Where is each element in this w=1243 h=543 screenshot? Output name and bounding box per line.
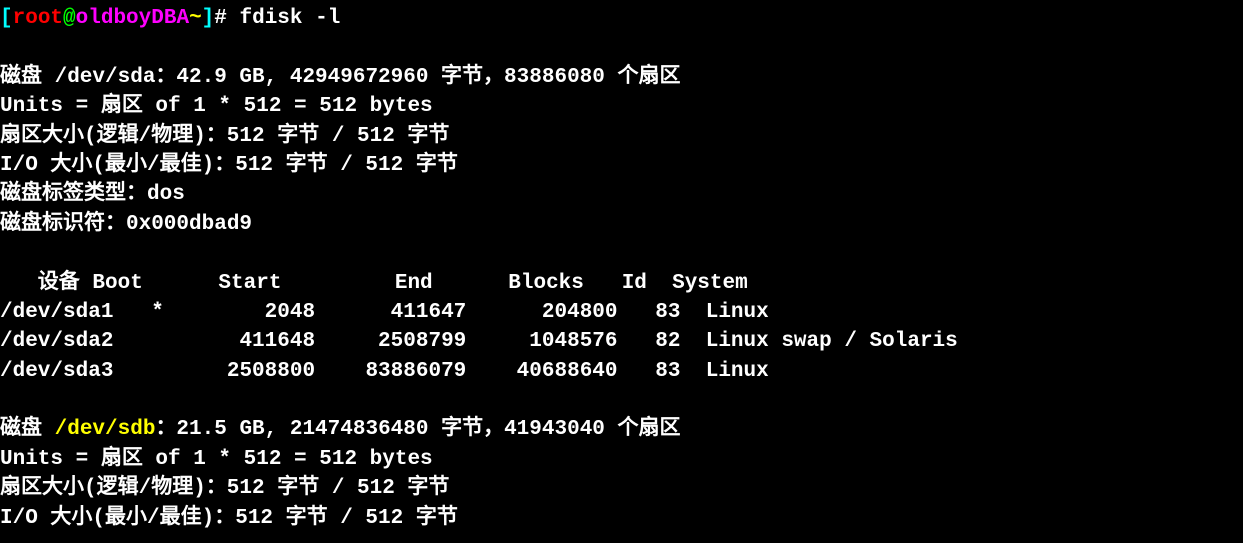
- disk-sda-sector-size: 扇区大小(逻辑/物理)：512 字节 / 512 字节: [0, 125, 449, 148]
- disk-sdb-units: Units = 扇区 of 1 * 512 = 512 bytes: [0, 448, 433, 471]
- disk-sdb-device: /dev/sdb: [55, 418, 156, 441]
- partition-table-header: 设备 Boot Start End Blocks Id System: [0, 272, 748, 295]
- prompt-host: oldboyDBA: [76, 7, 189, 30]
- disk-sdb-prefix: 磁盘: [0, 418, 55, 441]
- prompt-path: ~: [189, 7, 202, 30]
- partition-row-1: /dev/sda1 * 2048 411647 204800 83 Linux: [0, 301, 769, 324]
- prompt-user: root: [13, 7, 63, 30]
- partition-row-3: /dev/sda3 2508800 83886079 40688640 83 L…: [0, 360, 769, 383]
- right-bracket: ]: [202, 7, 215, 30]
- disk-sda-label-type: 磁盘标签类型：dos: [0, 183, 185, 206]
- left-bracket: [: [0, 7, 13, 30]
- disk-sda-identifier: 磁盘标识符：0x000dbad9: [0, 213, 252, 236]
- command: fdisk -l: [240, 7, 341, 30]
- partition-row-2: /dev/sda2 411648 2508799 1048576 82 Linu…: [0, 330, 958, 353]
- disk-sda-header: 磁盘 /dev/sda：42.9 GB, 42949672960 字节，8388…: [0, 66, 680, 89]
- disk-sda-units: Units = 扇区 of 1 * 512 = 512 bytes: [0, 95, 433, 118]
- prompt-symbol: #: [214, 7, 239, 30]
- disk-sdb-io-size: I/O 大小(最小/最佳)：512 字节 / 512 字节: [0, 507, 458, 530]
- prompt-at: @: [63, 7, 76, 30]
- disk-sdb-suffix: ：21.5 GB, 21474836480 字节，41943040 个扇区: [155, 418, 680, 441]
- disk-sdb-sector-size: 扇区大小(逻辑/物理)：512 字节 / 512 字节: [0, 477, 449, 500]
- disk-sda-io-size: I/O 大小(最小/最佳)：512 字节 / 512 字节: [0, 154, 458, 177]
